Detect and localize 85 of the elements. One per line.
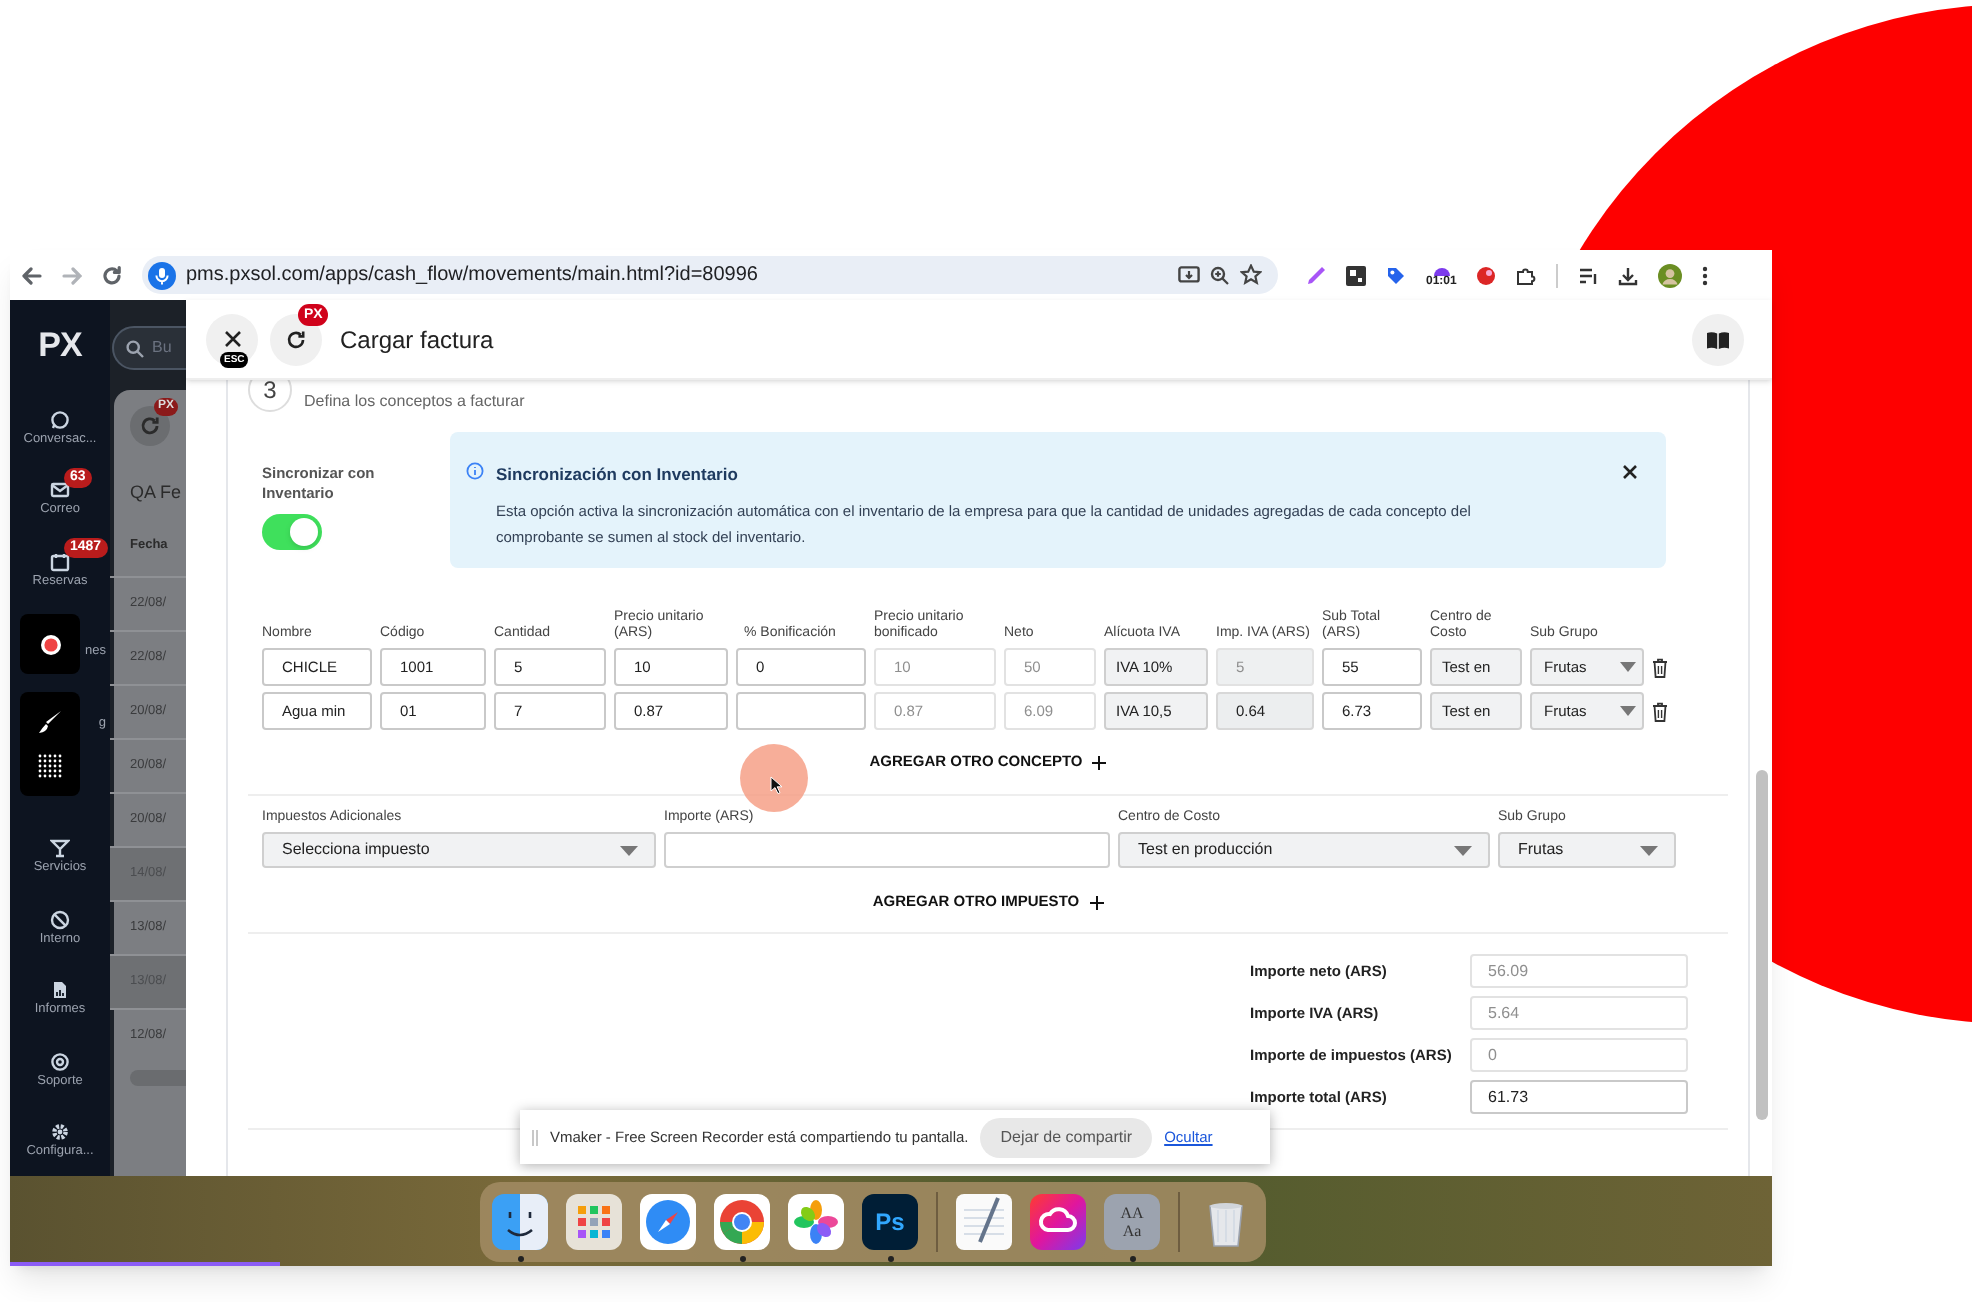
close-icon[interactable] (1622, 464, 1638, 480)
finder-icon[interactable] (492, 1194, 548, 1250)
document-icon (50, 980, 70, 1001)
running-indicator (517, 1256, 523, 1262)
stop-sharing-button[interactable]: Dejar de compartir (980, 1117, 1153, 1157)
help-button[interactable] (1692, 313, 1744, 365)
caret-icon (620, 845, 638, 855)
notepad-icon[interactable] (956, 1194, 1012, 1250)
running-indicator (887, 1256, 893, 1262)
record-button[interactable] (20, 614, 80, 674)
close-icon (223, 330, 241, 348)
input-field[interactable] (664, 832, 1110, 868)
running-indicator (1129, 1256, 1135, 1262)
mail-icon (50, 480, 70, 501)
app-grid-icon[interactable] (566, 1194, 622, 1250)
reload-icon (140, 416, 160, 436)
plus-icon (1092, 755, 1107, 769)
field-value: 56.09 (1488, 959, 1529, 983)
support-icon (50, 1051, 70, 1072)
app-logo: PX (38, 324, 82, 369)
font-app-icon[interactable]: AA Aa (1104, 1194, 1160, 1250)
photoshop-app-icon[interactable]: Ps (862, 1194, 918, 1250)
caret-icon (1620, 706, 1636, 716)
field-value: Test en producción (1138, 838, 1275, 862)
drag-handle-icon (532, 1129, 538, 1145)
close-button[interactable] (206, 313, 258, 365)
reload-icon (286, 329, 306, 349)
page-title: QA Fe (130, 480, 184, 506)
more-options-icon[interactable] (1702, 265, 1709, 285)
scrollbar-thumb[interactable] (130, 1069, 186, 1085)
search-placeholder: Bu (152, 336, 172, 360)
field-value: Selecciona impuesto (282, 838, 432, 862)
dot-grid-icon[interactable] (38, 754, 62, 778)
caret-icon (1640, 845, 1658, 855)
microphone-icon (148, 261, 176, 289)
pen-icon[interactable] (1306, 265, 1326, 285)
field-value: 61.73 (1488, 1085, 1529, 1109)
running-indicator (739, 1256, 745, 1262)
flower-icon[interactable] (788, 1194, 844, 1250)
field-value: 0 (1488, 1043, 1497, 1067)
record-icon[interactable] (1476, 265, 1497, 285)
alert-title: Sincronización con Inventario (496, 462, 740, 488)
avatar-icon[interactable] (1658, 263, 1683, 287)
download-icon[interactable] (1618, 265, 1639, 285)
info-icon (466, 462, 484, 480)
puzzle-icon[interactable] (1516, 265, 1537, 285)
field-value: 5.64 (1488, 1001, 1520, 1025)
gear-icon (50, 1122, 70, 1143)
install-icon[interactable] (1178, 265, 1200, 285)
trash-icon[interactable] (1652, 701, 1668, 721)
reload-icon[interactable] (102, 265, 122, 285)
cursor-icon (769, 775, 783, 793)
trash-icon[interactable] (1652, 657, 1668, 677)
caret-icon (1454, 845, 1472, 855)
record-icon (39, 633, 61, 655)
plus-icon (1089, 895, 1104, 909)
field-value: Frutas (1518, 838, 1566, 862)
grid-icon[interactable] (1346, 265, 1366, 285)
chat-icon (50, 409, 70, 430)
cloud-icon[interactable] (1030, 1194, 1086, 1250)
url-text: pms.pxsol.com/apps/cash_flow/movements/main.html?id=80996 (186, 262, 760, 290)
brush-icon[interactable] (38, 710, 62, 734)
step-subtitle: Defina los conceptos a facturar (304, 390, 525, 414)
cocktail-glass-icon (50, 838, 70, 859)
scrollbar-thumb[interactable] (1756, 770, 1768, 1120)
back-arrow-icon[interactable] (22, 265, 42, 285)
search-icon (126, 339, 144, 357)
address-bar[interactable]: pms.pxsol.com/apps/cash_flow/movements/main.html?id=80996 (142, 256, 1278, 294)
no-entry-icon (50, 909, 70, 930)
input-field[interactable]: 61.73 (1470, 1080, 1688, 1114)
select-field[interactable]: Test en producción (1118, 832, 1490, 868)
calendar-icon (50, 551, 70, 572)
chrome-icon[interactable] (714, 1194, 770, 1250)
select-field[interactable]: Frutas (1498, 832, 1676, 868)
compass-icon[interactable] (640, 1194, 696, 1250)
star-icon[interactable] (1240, 264, 1262, 286)
select-field[interactable]: Selecciona impuesto (262, 832, 656, 868)
queue-icon[interactable] (1578, 265, 1599, 285)
sync-toggle[interactable] (262, 513, 322, 549)
input-field[interactable] (736, 692, 866, 730)
zoom-icon[interactable] (1210, 265, 1230, 285)
caret-icon (1620, 662, 1636, 672)
modal-title: Cargar factura (340, 323, 496, 357)
book-icon (1706, 329, 1730, 349)
tag-icon[interactable] (1386, 265, 1406, 285)
